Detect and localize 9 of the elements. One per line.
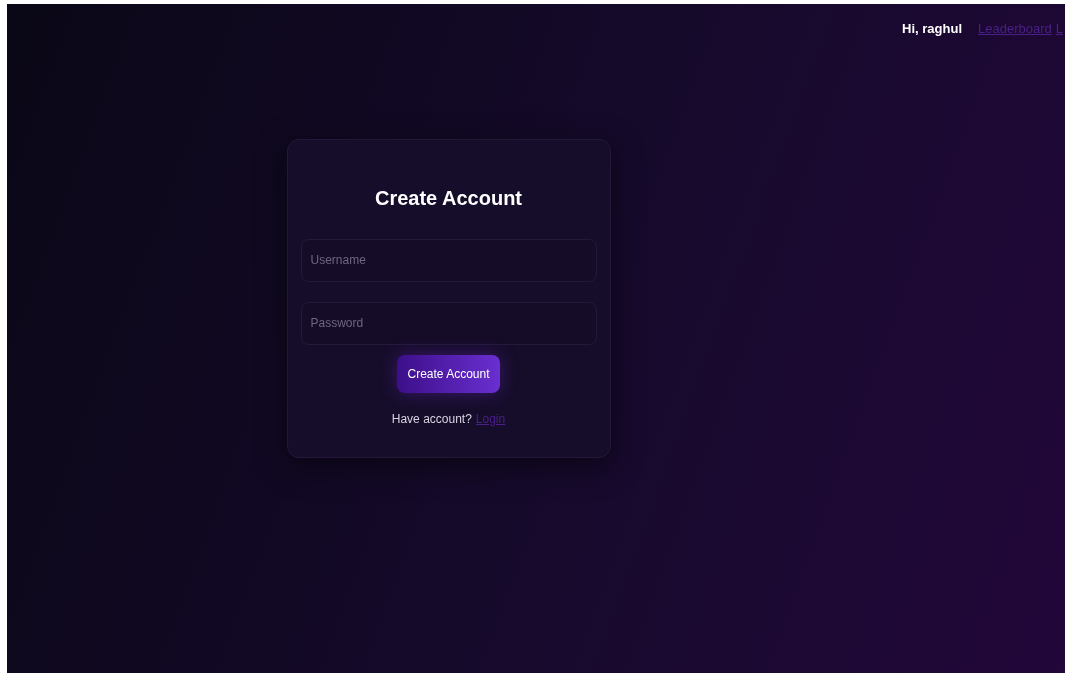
greeting-text: Hi, raghul [902, 20, 963, 38]
login-link[interactable]: Login [475, 409, 506, 428]
input-field[interactable]: Username [300, 238, 597, 282]
nav-link[interactable]: L [1055, 19, 1063, 39]
nav-link[interactable]: Leaderboard [978, 19, 1052, 39]
input-field[interactable]: Password [300, 301, 597, 345]
prompt-text: Have account? [391, 410, 472, 428]
create-account-button[interactable]: Create Account [397, 354, 500, 393]
form-title: Create Account [374, 185, 523, 211]
